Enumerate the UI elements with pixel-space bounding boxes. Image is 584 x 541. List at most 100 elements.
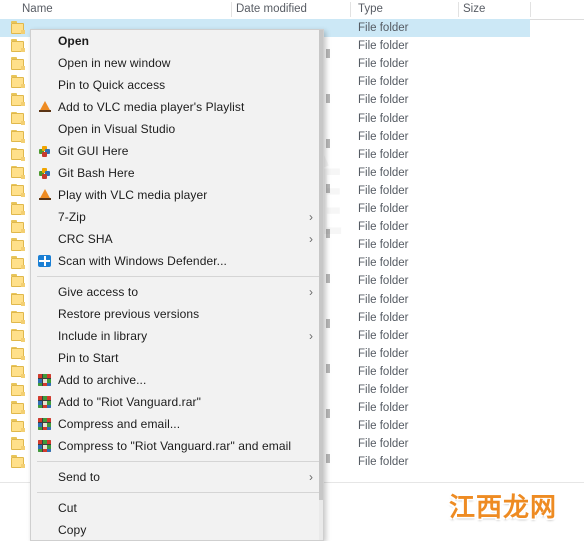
column-header-type[interactable]: Type [358, 0, 383, 19]
menu-item-label: Cut [58, 501, 77, 515]
menu-item-label: Open in Visual Studio [58, 122, 176, 136]
menu-item-give-access-to[interactable]: Give access to › [31, 281, 323, 303]
scrollbar-segment[interactable] [326, 184, 330, 193]
folder-icon [11, 111, 25, 125]
chevron-right-icon: › [309, 285, 313, 299]
cell-type: File folder [358, 22, 409, 34]
menu-item-scan-with-windows-defender[interactable]: Scan with Windows Defender... [31, 250, 323, 272]
folder-icon [11, 383, 25, 396]
folder-icon [11, 165, 25, 179]
cell-type: File folder [358, 40, 409, 53]
scrollbar-segment[interactable] [326, 319, 330, 328]
menu-item-icon-placeholder [35, 469, 55, 485]
menu-item-label: Git Bash Here [58, 166, 135, 180]
menu-item-include-in-library[interactable]: Include in library › [31, 325, 323, 347]
cell-type: File folder [358, 402, 409, 415]
menu-item-label: Git GUI Here [58, 144, 129, 158]
folder-icon [11, 274, 25, 288]
cell-type: File folder [358, 456, 409, 469]
menu-item-label: Open in new window [58, 56, 171, 70]
vlc-icon [35, 187, 55, 203]
column-divider[interactable] [530, 2, 531, 17]
menu-item-git-gui-here[interactable]: Git GUI Here [31, 140, 323, 162]
defender-icon [35, 253, 55, 269]
menu-item-add-to-archive[interactable]: Add to archive... [31, 369, 323, 391]
cell-type: File folder [358, 257, 409, 270]
rar-icon [35, 372, 55, 388]
menu-item-git-bash-here[interactable]: Git Bash Here [31, 162, 323, 184]
scrollbar-segment[interactable] [326, 409, 330, 418]
context-menu-scrollbar[interactable] [319, 30, 323, 540]
menu-item-pin-to-quick-access[interactable]: Pin to Quick access [31, 74, 323, 96]
scrollbar-segment[interactable] [326, 364, 330, 373]
menu-item-send-to[interactable]: Send to › [31, 466, 323, 488]
menu-item-copy[interactable]: Copy [31, 519, 323, 540]
chevron-right-icon: › [309, 470, 313, 484]
cell-type: File folder [358, 438, 409, 451]
menu-item-label: Copy [58, 523, 87, 537]
menu-item-label: Compress and email... [58, 417, 181, 431]
column-header-date-modified[interactable]: Date modified [236, 0, 307, 19]
menu-item-restore-previous-versions[interactable]: Restore previous versions [31, 303, 323, 325]
scrollbar-thumb[interactable] [319, 30, 323, 500]
column-header-name[interactable]: Name [22, 0, 53, 19]
menu-item-open[interactable]: Open [31, 30, 323, 52]
scrollbar-segment[interactable] [326, 454, 330, 463]
menu-item-label: Play with VLC media player [58, 188, 208, 202]
menu-item-compress-and-email[interactable]: Compress and email... [31, 413, 323, 435]
menu-item-open-in-new-window[interactable]: Open in new window [31, 52, 323, 74]
cell-type: File folder [358, 293, 409, 306]
cell-type: File folder [358, 311, 409, 324]
cell-type: File folder [358, 58, 409, 71]
folder-icon [11, 21, 25, 34]
menu-item-label: Pin to Quick access [58, 78, 166, 92]
menu-item-icon-placeholder [35, 350, 55, 366]
menu-item-label: Compress to "Riot Vanguard.rar" and emai… [58, 439, 292, 453]
menu-item-icon-placeholder [35, 500, 55, 516]
folder-icon [11, 39, 25, 53]
column-divider[interactable] [458, 2, 459, 17]
scrollbar-segment[interactable] [326, 274, 330, 283]
folder-icon [11, 129, 25, 143]
menu-item-crc-sha[interactable]: CRC SHA › [31, 228, 323, 250]
cell-type: File folder [358, 203, 409, 215]
menu-item-label: Send to [58, 470, 101, 484]
folder-icon [11, 455, 25, 469]
menu-item-7-zip[interactable]: 7-Zip › [31, 206, 323, 228]
folder-icon [11, 238, 25, 252]
scrollbar-segment[interactable] [326, 49, 330, 58]
column-divider[interactable] [350, 2, 351, 17]
menu-item-label: CRC SHA [58, 232, 113, 246]
folder-icon [11, 183, 25, 197]
cell-type: File folder [358, 112, 409, 125]
menu-item-label: Give access to [58, 285, 139, 299]
folder-icon [11, 419, 25, 433]
folder-icon [11, 256, 25, 270]
menu-item-add-to-vlc-media-players-playlist[interactable]: Add to VLC media player's Playlist [31, 96, 323, 118]
column-header-size[interactable]: Size [463, 0, 485, 19]
folder-icon [11, 93, 25, 107]
file-list-scrollbar[interactable] [326, 19, 331, 482]
menu-item-add-to-riot-vanguardrar[interactable]: Add to "Riot Vanguard.rar" [31, 391, 323, 413]
folder-icon [11, 75, 25, 89]
scrollbar-segment[interactable] [326, 94, 330, 103]
menu-item-label: Add to archive... [58, 373, 147, 387]
context-menu-items: Open Open in new window Pin to Quick acces… [31, 30, 323, 540]
context-menu[interactable]: Open Open in new window Pin to Quick acces… [30, 29, 324, 541]
menu-item-play-with-vlc-media-player[interactable]: Play with VLC media player [31, 184, 323, 206]
menu-item-pin-to-start[interactable]: Pin to Start [31, 347, 323, 369]
cell-type: File folder [358, 239, 409, 252]
folder-icon [11, 346, 25, 360]
menu-item-compress-to-riot-vanguardrar-and-email[interactable]: Compress to "Riot Vanguard.rar" and emai… [31, 435, 323, 457]
scrollbar-segment[interactable] [326, 139, 330, 148]
menu-item-open-in-visual-studio[interactable]: Open in Visual Studio [31, 118, 323, 140]
cell-type: File folder [358, 184, 409, 197]
menu-item-label: 7-Zip [58, 210, 86, 224]
rar-icon [35, 438, 55, 454]
scrollbar-segment[interactable] [326, 229, 330, 238]
column-divider[interactable] [231, 2, 232, 17]
cell-type: File folder [358, 365, 409, 378]
menu-item-icon-placeholder [35, 328, 55, 344]
menu-item-cut[interactable]: Cut [31, 497, 323, 519]
menu-item-label: Include in library [58, 329, 148, 343]
